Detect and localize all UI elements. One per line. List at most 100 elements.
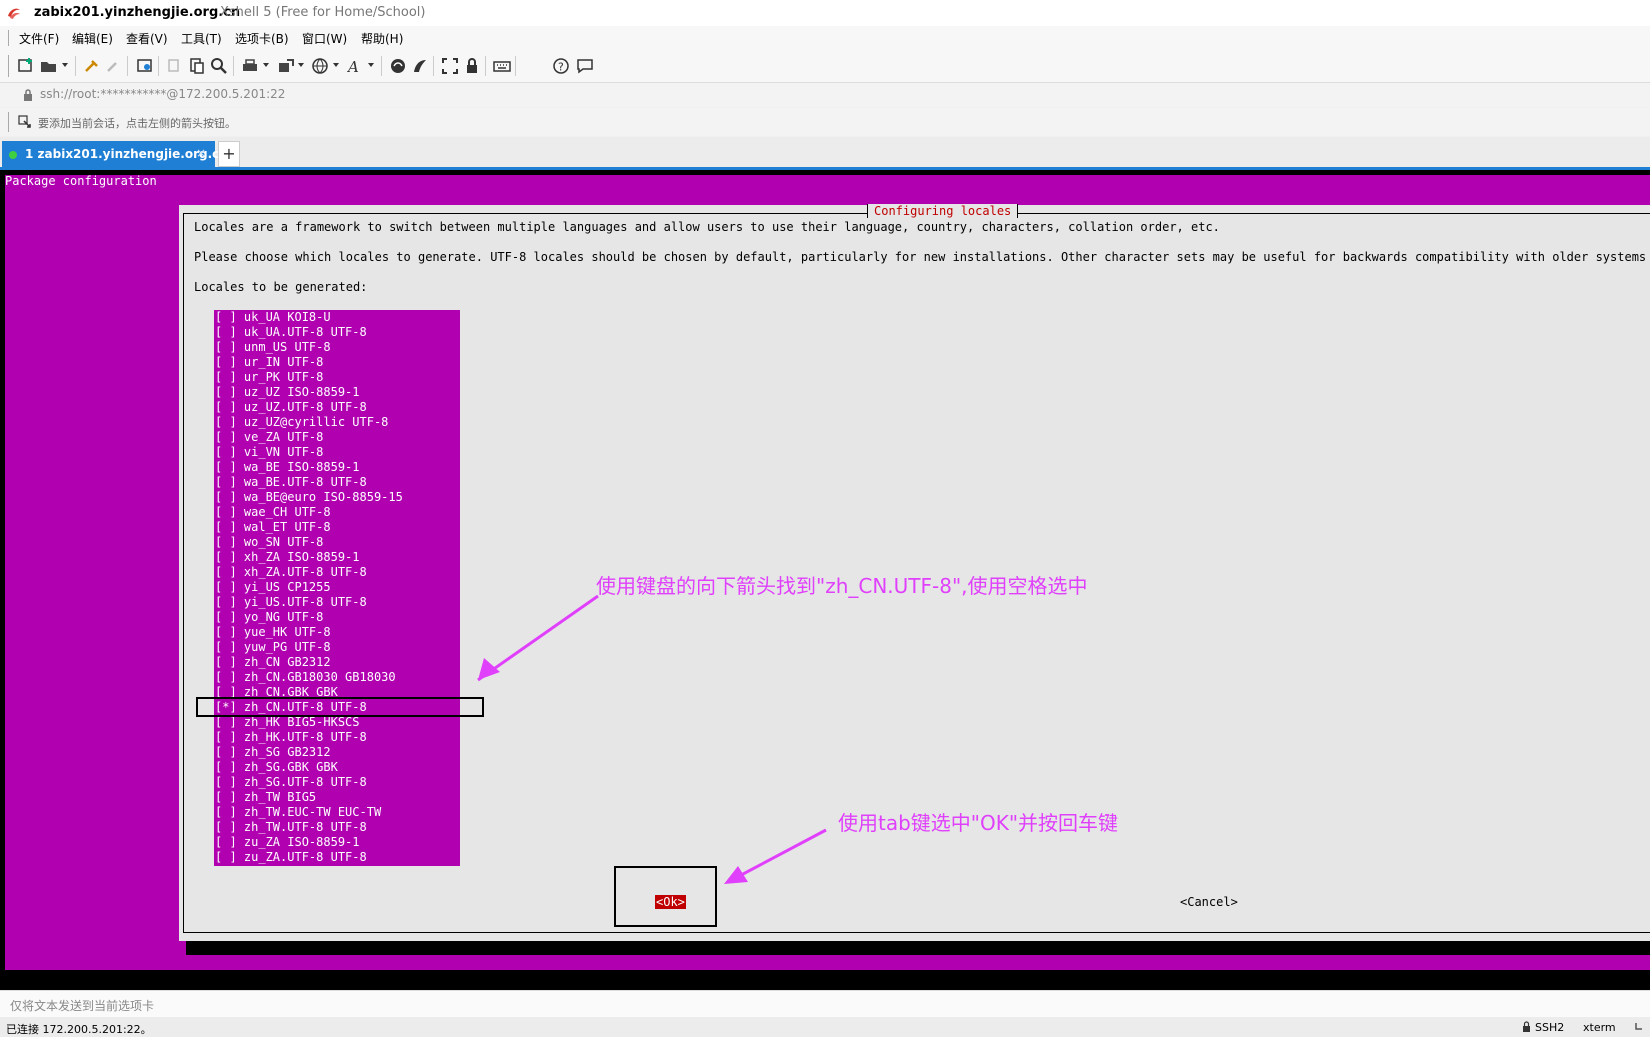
address-bar[interactable]: ssh://root:***********@172.200.5.201:22 [0, 83, 1650, 107]
locale-list-item[interactable]: [ ] wa_BE@euro ISO-8859-15 [215, 490, 403, 505]
menu-window[interactable]: 窗口(W) [302, 30, 347, 47]
cancel-button[interactable]: <Cancel> [1180, 895, 1238, 909]
locale-list-item[interactable]: [ ] wae_CH UTF-8 [215, 505, 331, 520]
lock-icon[interactable] [463, 57, 481, 75]
toolbar-separator [381, 56, 382, 76]
xshell-logo-icon [8, 8, 20, 19]
dialog-title: Configuring locales [867, 204, 1019, 218]
locale-list-item[interactable]: [ ] uk_UA.UTF-8 UTF-8 [215, 325, 367, 340]
font-icon[interactable]: A [347, 57, 365, 75]
new-session-icon[interactable] [17, 57, 35, 75]
locale-list-item[interactable]: [ ] yue_HK UTF-8 [215, 625, 331, 640]
locale-list-item[interactable]: [ ] yuw_PG UTF-8 [215, 640, 331, 655]
dialog-shadow [186, 941, 1650, 955]
status-bar: 已连接 172.200.5.201:22。 SSH2 xterm [0, 1017, 1650, 1037]
locale-list-item[interactable]: [ ] yi_US CP1255 [215, 580, 331, 595]
toolbar-separator [485, 56, 486, 76]
menu-tools[interactable]: 工具(T) [181, 30, 222, 47]
locale-list-item[interactable]: [ ] zh_SG.GBK GBK [215, 760, 338, 775]
locale-list-item[interactable]: [ ] yo_NG UTF-8 [215, 610, 323, 625]
locale-list-item[interactable]: [ ] vi_VN UTF-8 [215, 445, 323, 460]
session-properties-icon[interactable] [136, 57, 154, 75]
send-text-placeholder: 仅将文本发送到当前选项卡 [10, 999, 155, 1013]
title-bar: zabix201.yinzhengjie.org.cn Xshell 5 (Fr… [0, 0, 1650, 26]
copy-icon[interactable] [166, 57, 184, 75]
transfer-icon[interactable] [277, 57, 295, 75]
locale-list-item[interactable]: [ ] xh_ZA.UTF-8 UTF-8 [215, 565, 367, 580]
add-session-arrow-icon[interactable] [18, 115, 32, 129]
toolbar-separator [75, 56, 76, 76]
locale-list-item[interactable]: [ ] xh_ZA ISO-8859-1 [215, 550, 360, 565]
toolbar-separator [158, 56, 159, 76]
locale-list-item[interactable]: [ ] zh_HK.UTF-8 UTF-8 [215, 730, 367, 745]
locale-list-item[interactable]: [ ] wa_BE ISO-8859-1 [215, 460, 360, 475]
open-dropdown-icon[interactable] [62, 63, 68, 67]
locale-list-item[interactable]: [ ] wal_ET UTF-8 [215, 520, 331, 535]
locale-list-item[interactable]: [ ] uz_UZ.UTF-8 UTF-8 [215, 400, 367, 415]
terminal-type-status: xterm [1583, 1021, 1616, 1034]
tab-close-icon[interactable]: × [196, 146, 206, 160]
new-tab-button[interactable]: + [218, 141, 240, 167]
menu-view[interactable]: 查看(V) [126, 30, 168, 47]
protocol-status: SSH2 [1535, 1021, 1565, 1034]
locale-list-item[interactable]: [ ] unm_US UTF-8 [215, 340, 331, 355]
locale-list-item[interactable]: [ ] wa_BE.UTF-8 UTF-8 [215, 475, 367, 490]
locale-list-item[interactable]: [ ] uz_UZ@cyrillic UTF-8 [215, 415, 388, 430]
disconnect-icon[interactable] [105, 57, 123, 75]
chat-icon[interactable] [576, 57, 594, 75]
locale-list-item[interactable]: [ ] zh_SG.UTF-8 UTF-8 [215, 775, 367, 790]
locale-list-item[interactable]: [ ] wo_SN UTF-8 [215, 535, 323, 550]
locale-list-item[interactable]: [ ] yi_US.UTF-8 UTF-8 [215, 595, 367, 610]
locale-list-item[interactable]: [ ] zh_TW.UTF-8 UTF-8 [215, 820, 367, 835]
menu-tabs[interactable]: 选项卡(B) [235, 30, 289, 47]
help-icon[interactable]: ? [552, 57, 570, 75]
locale-list-item[interactable]: [ ] zh_TW.EUC-TW EUC-TW [215, 805, 381, 820]
globe-dropdown-icon[interactable] [333, 63, 339, 67]
globe-icon[interactable] [311, 57, 329, 75]
locale-list-item[interactable]: [ ] zu_ZA.UTF-8 UTF-8 [215, 850, 367, 865]
xftp-icon[interactable] [389, 57, 407, 75]
tab-bar [0, 137, 1650, 167]
locale-list-item[interactable]: [ ] zh_CN.GB18030 GB18030 [215, 670, 396, 685]
menu-help[interactable]: 帮助(H) [361, 30, 403, 47]
connect-icon[interactable] [83, 57, 101, 75]
open-folder-icon[interactable] [40, 57, 58, 75]
session-hint-bar: 要添加当前会话，点击左侧的箭头按钮。 [0, 108, 1650, 136]
locale-list-item[interactable]: [ ] ur_PK UTF-8 [215, 370, 323, 385]
locale-list-item[interactable]: [ ] uk_UA KOI8-U [215, 310, 331, 325]
svg-text:A: A [347, 58, 359, 75]
transfer-dropdown-icon[interactable] [298, 63, 304, 67]
keyboard-icon[interactable] [493, 57, 511, 75]
resize-grip-icon[interactable] [1634, 1021, 1644, 1031]
locale-list-item[interactable]: [ ] ve_ZA UTF-8 [215, 430, 323, 445]
locale-list-item[interactable]: [ ] zh_CN GB2312 [215, 655, 331, 670]
package-configuration-title: Package configuration [5, 174, 157, 188]
send-text-bar[interactable]: 仅将文本发送到当前选项卡 [0, 990, 1650, 1018]
menu-file[interactable]: 文件(F) [19, 30, 59, 47]
locale-list-item[interactable]: [ ] uz_UZ ISO-8859-1 [215, 385, 360, 400]
connection-status: 已连接 172.200.5.201:22。 [6, 1023, 152, 1036]
menu-edit[interactable]: 编辑(E) [72, 30, 113, 47]
font-dropdown-icon[interactable] [368, 63, 374, 67]
find-icon[interactable] [210, 57, 228, 75]
print-icon[interactable] [241, 57, 259, 75]
toolbar-separator [515, 56, 516, 76]
locale-list-item[interactable]: [ ] zh_TW BIG5 [215, 790, 316, 805]
locale-list-item[interactable]: [ ] zu_ZA ISO-8859-1 [215, 835, 360, 850]
ok-button[interactable]: <Ok> [655, 895, 686, 909]
locale-list-item[interactable]: [ ] zh_HK BIG5-HKSCS [215, 715, 360, 730]
connected-status-icon [9, 151, 17, 159]
hint-grip [8, 112, 9, 132]
annotation-highlight-box [196, 697, 484, 717]
locale-list-item[interactable]: [ ] ur_IN UTF-8 [215, 355, 323, 370]
menu-grip [8, 30, 9, 46]
xmanager-icon[interactable] [411, 57, 429, 75]
paste-icon[interactable] [188, 57, 206, 75]
fullscreen-icon[interactable] [441, 57, 459, 75]
annotation-confirm-text: 使用tab键选中"OK"并按回车键 [838, 811, 1119, 835]
address-text: ssh://root:***********@172.200.5.201:22 [40, 87, 286, 101]
locale-list-item[interactable]: [ ] zh_SG GB2312 [215, 745, 331, 760]
hint-text: 要添加当前会话，点击左侧的箭头按钮。 [38, 117, 236, 130]
print-dropdown-icon[interactable] [263, 63, 269, 67]
dialog-intro-text: Locales are a framework to switch betwee… [194, 220, 1220, 234]
